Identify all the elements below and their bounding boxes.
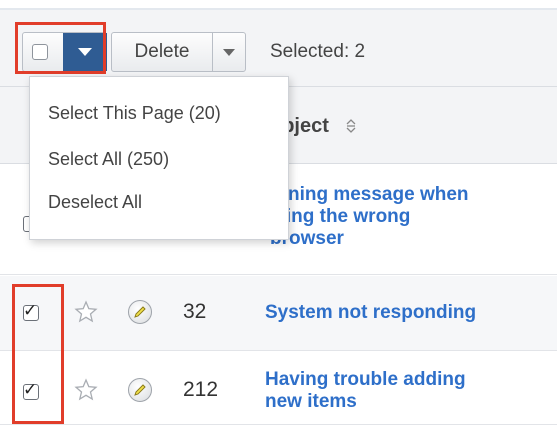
actions-dropdown-toggle[interactable] bbox=[212, 32, 246, 72]
pencil-icon[interactable] bbox=[128, 378, 152, 402]
subject-link[interactable]: System not responding bbox=[265, 302, 476, 324]
pencil-icon[interactable] bbox=[128, 300, 152, 324]
sort-icon[interactable] bbox=[345, 117, 357, 135]
menu-item-deselect-all[interactable]: Deselect All bbox=[48, 192, 142, 213]
record-number: 32 bbox=[183, 300, 207, 323]
delete-button[interactable]: Delete bbox=[111, 32, 213, 72]
record-number: 212 bbox=[183, 378, 219, 401]
select-dropdown-menu: Select This Page (20) Select All (250) D… bbox=[29, 76, 289, 240]
subject-line: ising the wrong bbox=[270, 206, 411, 227]
star-icon[interactable] bbox=[74, 378, 98, 402]
table-row: ✓ 212 Having trouble adding new items bbox=[0, 351, 557, 425]
selected-count: Selected: 2 bbox=[270, 41, 366, 62]
highlight-box-checkboxes bbox=[12, 284, 64, 424]
subject-line: arning message when bbox=[270, 184, 469, 205]
table-row: ✓ 32 System not responding bbox=[0, 276, 557, 351]
menu-item-select-this-page[interactable]: Select This Page (20) bbox=[48, 103, 221, 124]
star-icon[interactable] bbox=[74, 300, 98, 324]
subject-line: browser bbox=[270, 228, 344, 249]
subject-line: System not responding bbox=[265, 302, 477, 323]
subject-link[interactable]: Having trouble adding new items bbox=[265, 369, 466, 413]
highlight-box-select bbox=[15, 22, 106, 74]
subject-link[interactable]: arning message when ising the wrong brow… bbox=[270, 184, 469, 250]
subject-line: new items bbox=[265, 391, 357, 412]
chevron-down-icon bbox=[223, 49, 235, 56]
menu-item-select-all[interactable]: Select All (250) bbox=[48, 149, 169, 170]
subject-line: Having trouble adding bbox=[265, 369, 466, 390]
